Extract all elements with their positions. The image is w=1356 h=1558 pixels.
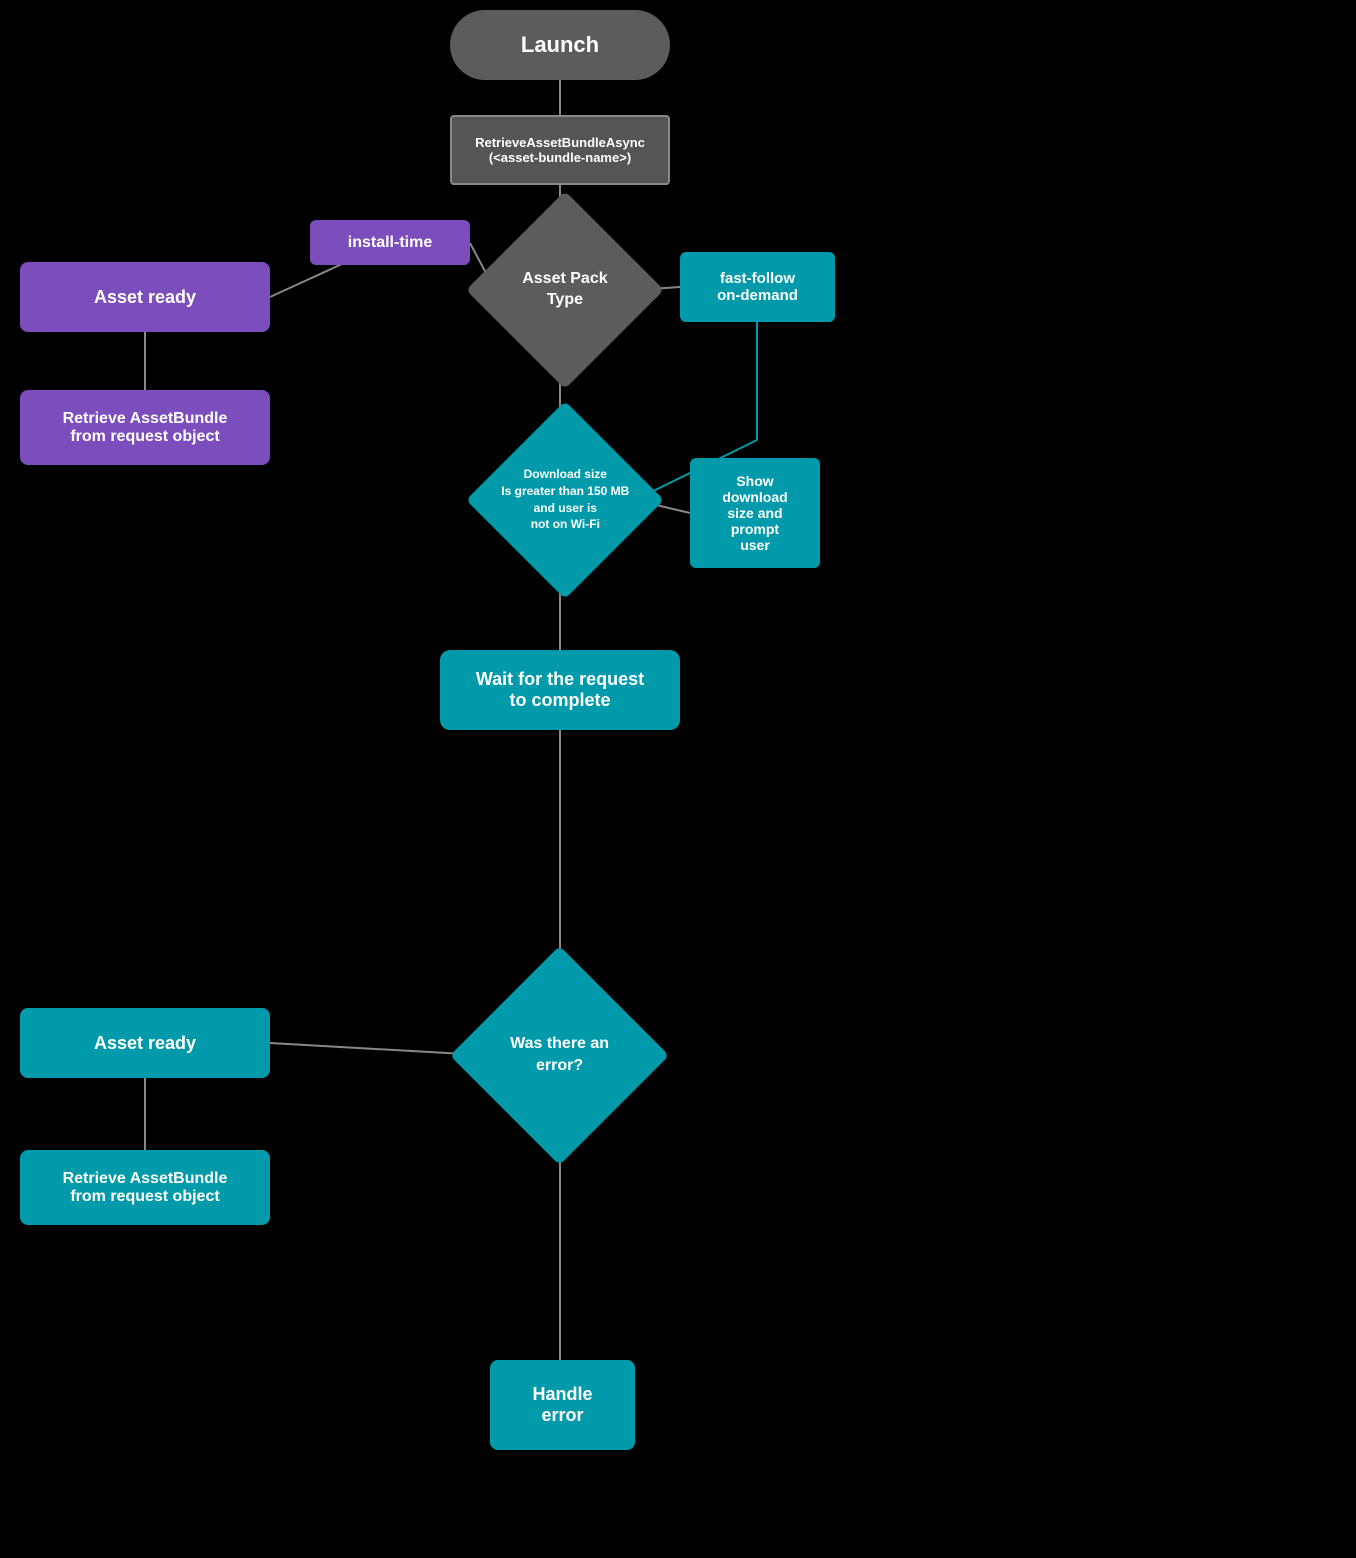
- error-diamond-node: Was there an error?: [450, 946, 669, 1165]
- install-time-node: install-time: [310, 220, 470, 265]
- launch-node: Launch: [450, 10, 670, 80]
- retrieve-async-node: RetrieveAssetBundleAsync (<asset-bundle-…: [450, 115, 670, 185]
- show-download-label: Show download size and prompt user: [722, 473, 787, 553]
- retrieve-purple-label: Retrieve AssetBundle from request object: [63, 410, 228, 446]
- launch-label: Launch: [521, 32, 599, 58]
- fast-follow-label: fast-follow on-demand: [717, 270, 798, 304]
- error-diamond-label: Was there an error?: [510, 1033, 609, 1078]
- fast-follow-node: fast-follow on-demand: [680, 252, 835, 322]
- install-time-label: install-time: [348, 234, 432, 252]
- asset-ready-purple-label: Asset ready: [94, 287, 196, 308]
- handle-error-label: Handle error: [532, 1384, 592, 1426]
- show-download-node: Show download size and prompt user: [690, 458, 820, 568]
- retrieve-teal-label: Retrieve AssetBundle from request object: [63, 1170, 228, 1206]
- asset-ready-teal-node: Asset ready: [20, 1008, 270, 1078]
- wait-label: Wait for the request to complete: [476, 669, 644, 711]
- flowchart: Launch RetrieveAssetBundleAsync (<asset-…: [0, 0, 1356, 1558]
- asset-ready-teal-label: Asset ready: [94, 1033, 196, 1054]
- download-diamond-label: Download size Is greater than 150 MB and…: [501, 466, 629, 533]
- retrieve-purple-node: Retrieve AssetBundle from request object: [20, 390, 270, 465]
- asset-ready-purple-node: Asset ready: [20, 262, 270, 332]
- retrieve-async-label: RetrieveAssetBundleAsync (<asset-bundle-…: [475, 135, 645, 165]
- wait-node: Wait for the request to complete: [440, 650, 680, 730]
- download-diamond-node: Download size Is greater than 150 MB and…: [466, 401, 664, 599]
- connector-lines: [0, 0, 1356, 1558]
- asset-pack-type-node: Asset Pack Type: [466, 191, 664, 389]
- retrieve-teal-node: Retrieve AssetBundle from request object: [20, 1150, 270, 1225]
- handle-error-node: Handle error: [490, 1360, 635, 1450]
- asset-pack-type-label: Asset Pack Type: [522, 269, 607, 311]
